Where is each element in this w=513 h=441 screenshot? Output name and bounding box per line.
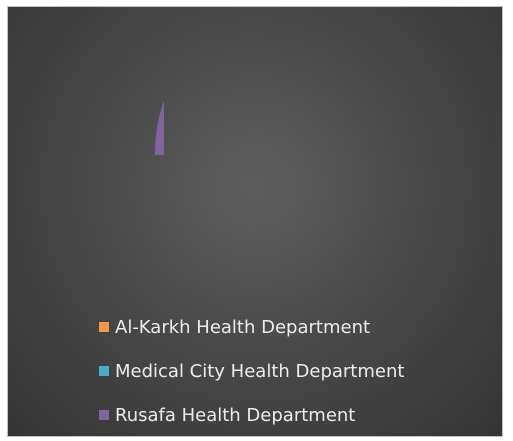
- legend-swatch-al-karkh: [99, 322, 109, 332]
- pie-slice-rusafa: [155, 91, 164, 155]
- legend-item-medical-city: Medical City Health Department: [99, 349, 489, 393]
- legend-item-al-karkh: Al-Karkh Health Department: [99, 305, 489, 349]
- chart-legend: Al-Karkh Health Department Medical City …: [99, 305, 489, 436]
- chart-frame: Al-Karkh Health Department Medical City …: [7, 6, 503, 437]
- legend-swatch-medical-city: [99, 366, 109, 376]
- legend-item-rusafa: Rusafa Health Department: [99, 393, 489, 436]
- legend-label-rusafa: Rusafa Health Department: [115, 404, 356, 426]
- legend-label-al-karkh: Al-Karkh Health Department: [115, 316, 371, 338]
- legend-label-medical-city: Medical City Health Department: [115, 360, 405, 382]
- legend-swatch-rusafa: [99, 410, 109, 420]
